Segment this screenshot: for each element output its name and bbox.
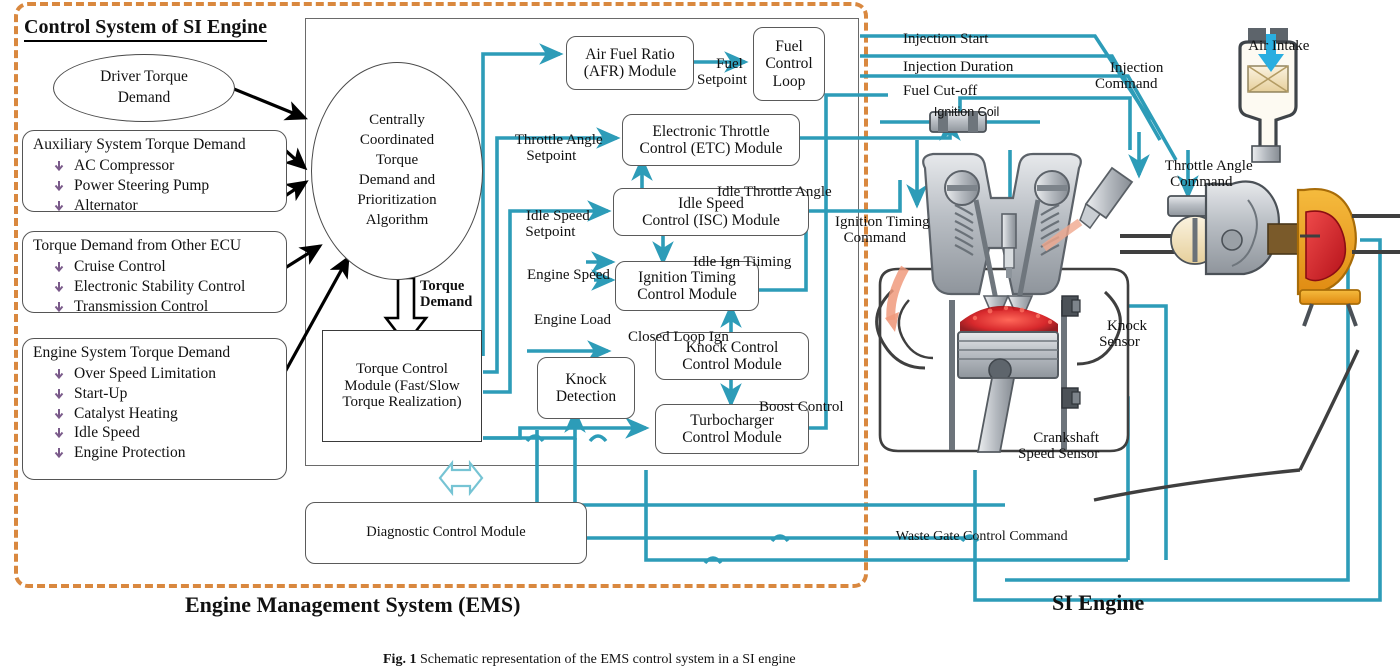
item-label: Over Speed Limitation xyxy=(74,365,217,382)
driver-torque-demand[interactable]: Driver Torque Demand xyxy=(53,54,235,122)
item-label: Alternator xyxy=(74,196,138,214)
list-item[interactable]: Transmission Control xyxy=(53,297,286,317)
turbocharger-module-label: Turbocharger Control Module xyxy=(682,411,782,446)
label-throttle-angle-command: Throttle Angle Command xyxy=(1164,158,1253,191)
item-label: Electronic Stability Control xyxy=(74,277,246,295)
bullet-arrow-icon xyxy=(53,279,66,292)
bullet-arrow-icon xyxy=(53,299,66,312)
bullet-arrow-icon xyxy=(53,158,66,172)
label-idle-throttle-angle: Idle Throttle Angle xyxy=(717,184,832,201)
diagnostic-control-module[interactable]: Diagnostic Control Module xyxy=(305,502,587,564)
list-item[interactable]: AC Compressor xyxy=(53,156,286,176)
group-items: AC Compressor Power Steering Pump Altern… xyxy=(23,155,286,215)
label-idle-ign-timing: Idle Ign Tiiming xyxy=(693,254,792,271)
diagnostic-control-module-label: Diagnostic Control Module xyxy=(366,524,526,541)
torque-control-module[interactable]: Torque Control Module (Fast/Slow Torque Re… xyxy=(322,330,482,442)
central-algorithm-ellipse[interactable]: Centrally Coordinated Torque Demand and Prio… xyxy=(311,62,483,280)
item-label: AC Compressor xyxy=(74,157,175,174)
group-header: Engine System Torque Demand xyxy=(33,344,231,361)
ems-caption: Engine Management System (EMS) xyxy=(185,592,521,617)
label-injection-command: Injection Command xyxy=(1095,60,1164,93)
label-air-intake: Air Intake xyxy=(1248,38,1310,55)
item-label: Catalyst Heating xyxy=(74,404,178,422)
list-item[interactable]: Start-Up xyxy=(53,384,286,404)
bullet-arrow-icon xyxy=(53,425,66,439)
figure-caption-number: Fig. 1 xyxy=(383,652,417,667)
item-label: Engine Protection xyxy=(74,444,186,462)
etc-module[interactable]: Electronic Throttle Control (ETC) Module xyxy=(622,114,800,166)
item-label: Start-Up xyxy=(74,384,128,402)
label-waste-gate-control-command: Waste Gate Control Command xyxy=(895,529,1068,545)
bullet-arrow-icon xyxy=(53,406,66,419)
page-title: Control System of SI Engine xyxy=(24,16,267,42)
torque-demand-other-ecu[interactable]: Torque Demand from Other ECU Cruise Cont… xyxy=(22,231,287,316)
afr-module[interactable]: Air Fuel Ratio (AFR) Module xyxy=(566,36,694,90)
list-item[interactable]: Over Speed Limitation xyxy=(53,364,286,384)
bullet-arrow-icon xyxy=(53,366,66,380)
auxiliary-system-torque-demand[interactable]: Auxiliary System Torque Demand AC Compre… xyxy=(22,130,287,215)
item-label: Power Steering Pump xyxy=(74,176,210,194)
label-engine-load: Engine Load xyxy=(534,312,612,329)
label-crankshaft-speed-sensor: Crankshaft Speed Sensor xyxy=(1018,430,1100,463)
afr-module-label: Air Fuel Ratio (AFR) Module xyxy=(583,45,677,80)
torque-control-module-label: Torque Control Module (Fast/Slow Torque Re… xyxy=(342,361,462,411)
si-engine-caption: SI Engine xyxy=(1052,590,1145,615)
etc-module-label: Electronic Throttle Control (ETC) Module xyxy=(639,122,783,157)
label-boost-control: Boost Control xyxy=(759,399,844,416)
bullet-arrow-icon xyxy=(53,386,66,399)
list-item[interactable]: Alternator xyxy=(53,196,286,216)
label-knock-sensor: Knock Sensor xyxy=(1099,318,1147,351)
group-header: Torque Demand from Other ECU xyxy=(33,237,242,254)
label-engine-speed: Engine Speed xyxy=(527,267,610,284)
label-idle-speed-setpoint: Idle Speed Setpoint xyxy=(525,208,590,241)
label-fuel-setpoint: Fuel Setpoint xyxy=(697,56,748,89)
figure-caption-text: Schematic representation of the EMS cont… xyxy=(419,652,796,667)
engine-system-torque-demand[interactable]: Engine System Torque Demand Over Speed L… xyxy=(22,338,287,480)
list-item[interactable]: Engine Protection xyxy=(53,443,286,463)
fuel-control-loop[interactable]: Fuel Control Loop xyxy=(753,27,825,101)
list-item[interactable]: Idle Speed xyxy=(53,423,286,443)
label-closed-loop-ign: Closed Loop Ign xyxy=(628,329,729,346)
label-ignition-timing-command: Ignition Timing Command xyxy=(835,214,930,247)
label-ignition-coil: Ignition Coil xyxy=(933,104,1000,119)
list-item[interactable]: Electronic Stability Control xyxy=(53,277,286,297)
list-item[interactable]: Catalyst Heating xyxy=(53,404,286,424)
label-throttle-angle-setpoint: Throttle Angle Setpoint xyxy=(514,132,603,165)
bullet-arrow-icon xyxy=(53,198,66,211)
item-label: Transmission Control xyxy=(74,297,209,315)
group-header: Auxiliary System Torque Demand xyxy=(33,136,246,153)
item-label: Cruise Control xyxy=(74,258,166,275)
knock-detection[interactable]: Knock Detection xyxy=(537,357,635,419)
group-items: Over Speed Limitation Start-Up Catalyst … xyxy=(23,363,286,463)
fuel-control-loop-label: Fuel Control Loop xyxy=(765,38,813,90)
group-items: Cruise Control Electronic Stability Cont… xyxy=(23,256,286,316)
list-item[interactable]: Cruise Control xyxy=(53,257,286,277)
bullet-arrow-icon xyxy=(53,178,66,191)
bullet-arrow-icon xyxy=(53,259,66,273)
driver-torque-demand-label: Driver Torque Demand xyxy=(100,68,188,106)
central-algorithm-label: Centrally Coordinated Torque Demand and Prio… xyxy=(357,112,437,228)
diagram-canvas: Control System of SI Engine Engine Manag… xyxy=(0,0,1400,667)
knock-detection-label: Knock Detection xyxy=(555,370,617,405)
torque-demand-arrow-label: Torque Demand xyxy=(420,278,473,311)
item-label: Idle Speed xyxy=(74,424,140,442)
bullet-arrow-icon xyxy=(53,445,66,459)
list-item[interactable]: Power Steering Pump xyxy=(53,176,286,196)
ignition-timing-module-label: Ignition Timing Control Module xyxy=(637,268,737,303)
